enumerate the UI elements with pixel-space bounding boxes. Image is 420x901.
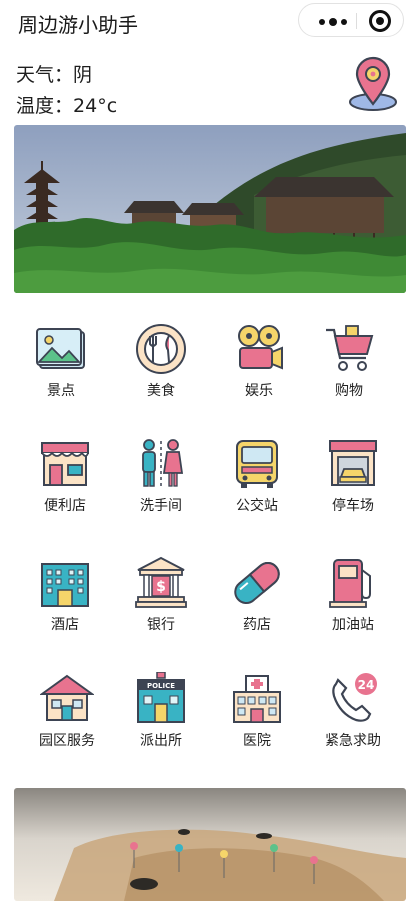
grid-item-gas-station[interactable]: 加油站: [306, 556, 400, 656]
map-banner[interactable]: [14, 788, 406, 901]
grid-label: 公交站: [236, 498, 278, 514]
grid-item-entertainment[interactable]: 娱乐: [212, 322, 306, 422]
close-button[interactable]: [369, 10, 391, 32]
emergency-badge: 24: [358, 678, 375, 692]
weather-temperature-label: 温度：: [16, 95, 74, 117]
grid-label: 娱乐: [245, 383, 273, 399]
grid-label: 洗手间: [140, 498, 182, 514]
temple-landscape-photo: [14, 125, 406, 293]
grid-item-shopping[interactable]: 购物: [302, 322, 396, 422]
parking-garage-icon: [329, 440, 377, 486]
grid-item-scenery[interactable]: 景点: [14, 322, 108, 422]
grid-label: 紧急求助: [325, 733, 381, 749]
police-sign: POLICE: [147, 682, 175, 690]
scenery-photo-icon: [36, 328, 85, 369]
hospital-icon: [233, 675, 281, 723]
grid-label: 便利店: [44, 498, 86, 514]
mini-program-capsule: [298, 3, 404, 37]
film-projector-icon: [238, 325, 283, 370]
grid-item-bus-stop[interactable]: 公交站: [210, 437, 304, 537]
grid-item-hospital[interactable]: 医院: [210, 672, 304, 772]
svg-text:$: $: [156, 579, 166, 595]
grid-label: 停车场: [332, 498, 374, 514]
police-station-icon: POLICE: [137, 672, 185, 723]
grid-label: 购物: [335, 383, 363, 399]
grid-item-hotel[interactable]: 酒店: [18, 556, 112, 656]
weather-condition-value: 阴: [73, 64, 93, 86]
weather-condition-label: 天气：: [16, 64, 74, 86]
top-bar: 周边游小助手: [0, 0, 420, 44]
grid-label: 医院: [243, 733, 271, 749]
plate-cutlery-icon: [136, 324, 186, 374]
grid-item-convenience-store[interactable]: 便利店: [18, 437, 112, 537]
grid-item-pharmacy[interactable]: 药店: [210, 556, 304, 656]
more-options-button[interactable]: [319, 18, 349, 26]
weather-temperature: 温度：24°c: [16, 91, 117, 118]
location-pin-icon[interactable]: [346, 54, 400, 112]
pill-icon: [234, 562, 280, 604]
grid-item-restroom[interactable]: 洗手间: [114, 437, 208, 537]
store-icon: [41, 442, 89, 486]
grid-label: 酒店: [51, 617, 79, 633]
grid-item-parking[interactable]: 停车场: [306, 437, 400, 537]
weather-condition: 天气：阴: [16, 60, 92, 87]
app-title: 周边游小助手: [18, 13, 138, 37]
grid-label: 加油站: [332, 617, 374, 633]
bank-icon: $: [135, 556, 187, 608]
gas-pump-icon: [329, 559, 371, 608]
grid-label: 景点: [47, 383, 75, 399]
grid-item-food[interactable]: 美食: [114, 322, 208, 422]
phone-24-icon: 24: [332, 673, 377, 722]
map-pins-photo: [14, 788, 406, 901]
grid-label: 园区服务: [39, 733, 95, 749]
grid-label: 药店: [243, 617, 271, 633]
shopping-cart-icon: [326, 325, 374, 371]
capsule-divider: [356, 13, 357, 29]
house-icon: [40, 674, 94, 721]
weather-temperature-value: 24°c: [73, 95, 118, 117]
grid-label: 银行: [147, 617, 175, 633]
restroom-icon: [142, 439, 184, 487]
grid-item-park-service[interactable]: 园区服务: [20, 672, 114, 772]
hotel-icon: [41, 563, 89, 607]
bus-icon: [236, 440, 278, 488]
grid-item-emergency[interactable]: 24 紧急求助: [306, 672, 400, 772]
grid-item-bank[interactable]: $ 银行: [114, 556, 208, 656]
grid-item-police-station[interactable]: POLICE 派出所: [114, 672, 208, 772]
grid-label: 美食: [147, 383, 175, 399]
grid-label: 派出所: [140, 733, 182, 749]
scenic-banner[interactable]: [14, 125, 406, 293]
